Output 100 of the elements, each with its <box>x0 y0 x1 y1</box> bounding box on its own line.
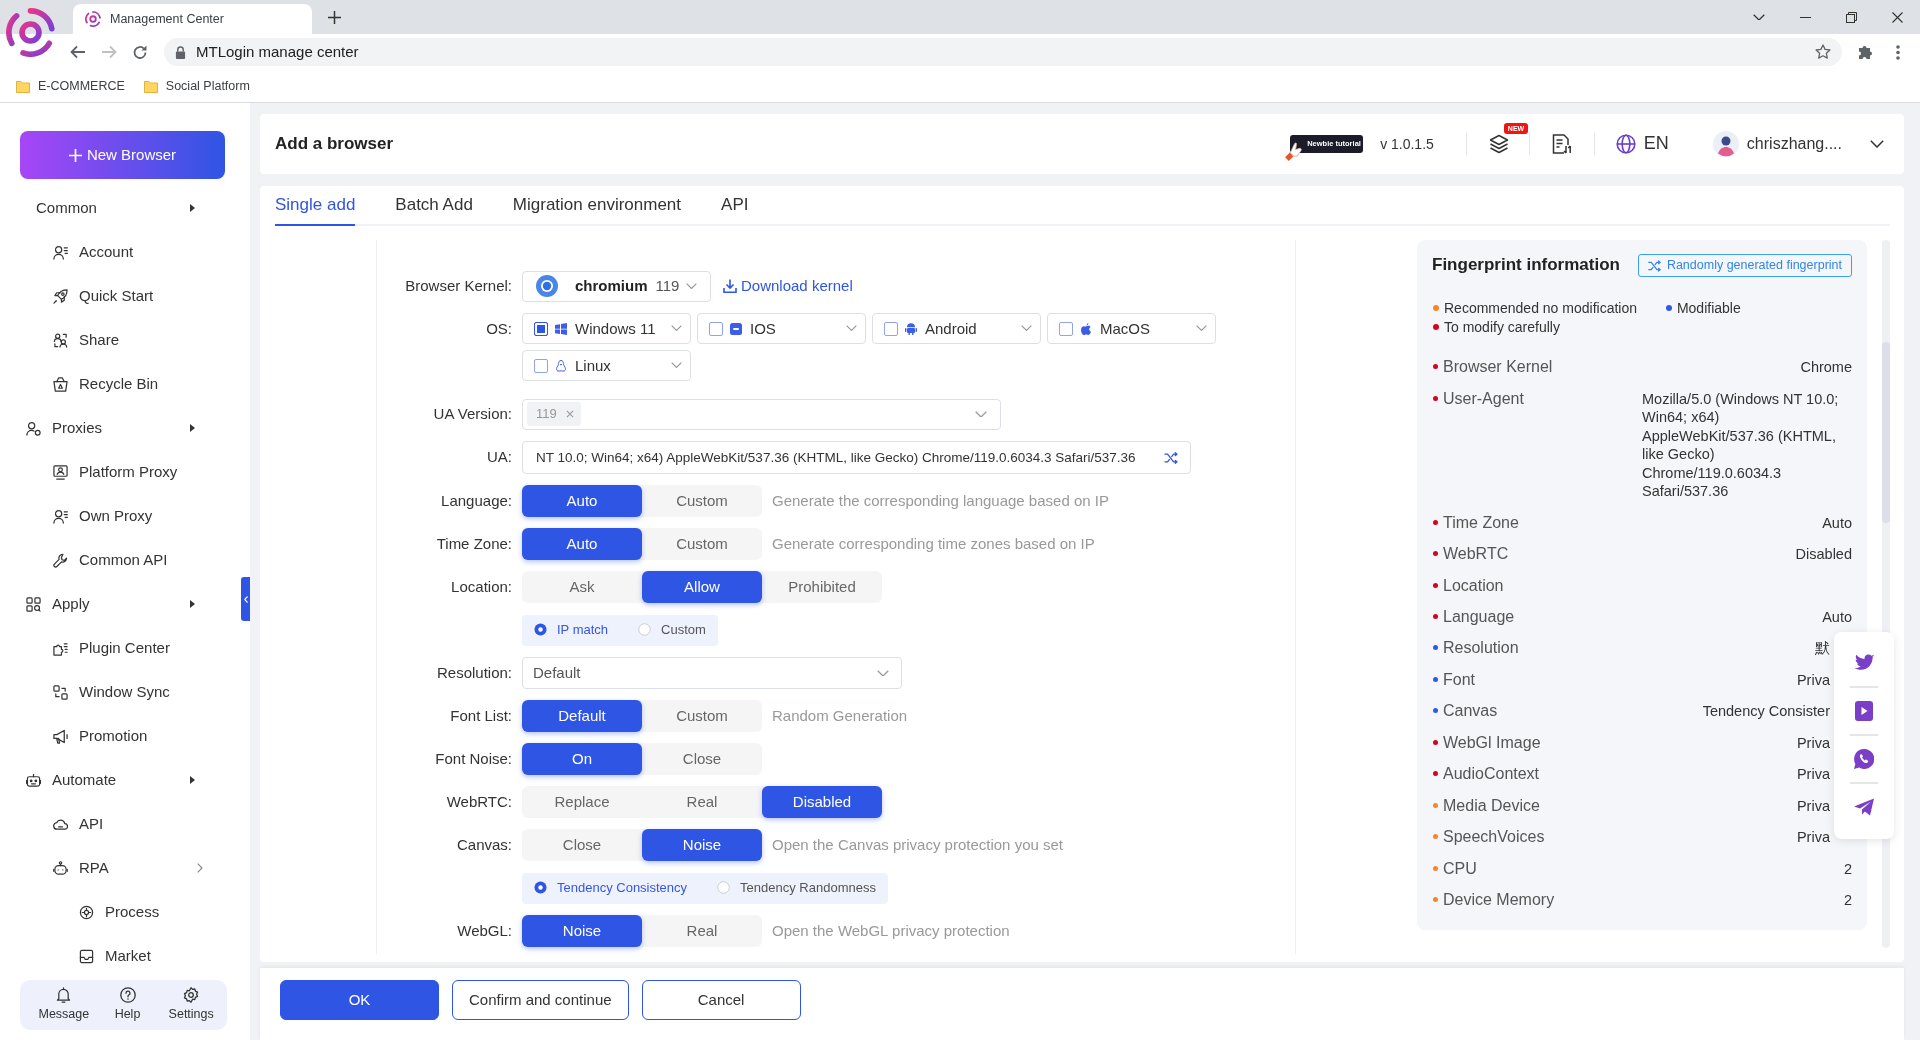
secondary-button[interactable]: Cancel <box>641 980 801 1020</box>
checkbox[interactable] <box>534 321 548 336</box>
menu-item[interactable]: Automate <box>0 758 218 802</box>
tab[interactable]: API <box>721 186 749 226</box>
language-button[interactable]: EN <box>1615 132 1669 156</box>
secondary-button[interactable]: Confirm and continue <box>452 980 629 1020</box>
field-label: Browser Kernel: <box>404 276 512 296</box>
os-select[interactable]: Linux <box>522 350 691 381</box>
radio-icon[interactable] <box>534 881 547 895</box>
layers-button[interactable] <box>1488 134 1509 154</box>
menu-item[interactable]: Plugin Center <box>0 626 218 670</box>
menu-item[interactable]: Own Proxy <box>0 494 218 538</box>
radio-option[interactable]: Custom <box>638 621 706 639</box>
os-select[interactable]: MacOS <box>1047 313 1216 344</box>
browser-tab[interactable]: Management Center <box>73 4 312 34</box>
ua-field[interactable]: NT 10.0; Win64; x64) AppleWebKit/537.36 (KHTML, like Gecko) Chrome/119.0.6034.3 Safari/537.36 <box>522 441 1191 474</box>
os-select[interactable]: IOS <box>697 313 866 344</box>
segment-option[interactable]: Close <box>642 743 762 775</box>
checkbox[interactable] <box>884 321 898 336</box>
menu-item[interactable]: Quick Start <box>0 274 218 318</box>
checkbox[interactable] <box>709 321 723 336</box>
os-select[interactable]: Windows 11 <box>522 313 691 344</box>
segment-option[interactable]: Auto <box>522 528 642 560</box>
segment-option[interactable]: Real <box>642 786 762 818</box>
radio-option[interactable]: IP match <box>534 621 609 639</box>
menu-item[interactable]: Apply <box>0 582 218 626</box>
menu-item[interactable]: Promotion <box>0 714 218 758</box>
four-panes-icon <box>555 322 567 335</box>
menu-item[interactable]: API <box>0 802 218 846</box>
user-menu[interactable]: chriszhang.... <box>1712 131 1884 157</box>
menu-item[interactable]: Recycle Bin <box>0 362 218 406</box>
radio-option[interactable]: Tendency Randomness <box>717 879 876 897</box>
segment-option[interactable]: Ask <box>522 571 642 603</box>
checkbox[interactable] <box>534 358 548 373</box>
segment-option[interactable]: Custom <box>642 700 762 732</box>
segment-option[interactable]: Noise <box>522 915 642 947</box>
logo-icon <box>85 11 101 27</box>
sidebar-shortcut[interactable]: Settings <box>159 980 223 1030</box>
sidebar-shortcut[interactable]: Message <box>32 980 96 1030</box>
shuffle-icon[interactable] <box>1164 451 1178 464</box>
menu-item[interactable]: Proxies <box>0 406 218 450</box>
menu-item[interactable]: Window Sync <box>0 670 218 714</box>
scrollbar-thumb[interactable] <box>1882 342 1890 523</box>
segment-option[interactable]: On <box>522 743 642 775</box>
menu-item[interactable]: Platform Proxy <box>0 450 218 494</box>
fingerprint-value: Disabled <box>1795 545 1852 564</box>
select-field[interactable]: Default <box>522 657 902 689</box>
video-icon[interactable] <box>1855 701 1873 721</box>
segment-option[interactable]: Custom <box>642 528 762 560</box>
menu-item[interactable]: Process <box>0 890 218 934</box>
segment-option[interactable]: Close <box>522 829 642 861</box>
kernel-select[interactable]: chromium 119 <box>522 270 711 302</box>
folder-icon <box>143 79 158 93</box>
menu-item[interactable]: Common API <box>0 538 218 582</box>
tab[interactable]: Batch Add <box>395 186 473 226</box>
field-label: Language: <box>440 491 512 511</box>
segment-option[interactable]: Custom <box>642 485 762 517</box>
circle-logo-icon <box>536 275 558 297</box>
segment-option[interactable]: Auto <box>522 485 642 517</box>
primary-button[interactable]: OK <box>280 980 439 1020</box>
radio-icon[interactable] <box>638 623 652 637</box>
download-link[interactable]: Download kernel <box>723 276 853 296</box>
segment-option[interactable]: Default <box>522 700 642 732</box>
menu-item[interactable]: Account <box>0 230 218 274</box>
menu-item[interactable]: Common <box>0 186 218 230</box>
chevron-down-icon <box>877 669 889 677</box>
random-fingerprint-button[interactable]: Randomly generated fingerprint <box>1637 254 1852 277</box>
star-icon[interactable] <box>1815 44 1831 60</box>
segment-option[interactable]: Replace <box>522 786 642 818</box>
checkbox[interactable] <box>1059 321 1073 336</box>
chat-phone-icon[interactable] <box>1854 749 1874 769</box>
segment-option[interactable]: Disabled <box>762 786 882 818</box>
bookmark[interactable]: Social Platform <box>139 73 254 99</box>
new-browser-button[interactable]: New Browser <box>20 131 225 179</box>
segment-option[interactable]: Prohibited <box>762 571 882 603</box>
os-select[interactable]: Android <box>872 313 1041 344</box>
segment-option[interactable]: Noise <box>642 829 762 861</box>
fingerprint-label: Media Device <box>1443 795 1540 815</box>
menu-item[interactable]: Share <box>0 318 218 362</box>
bookmark[interactable]: E-COMMERCE <box>12 73 129 99</box>
tab[interactable]: Migration environment <box>512 186 682 226</box>
hint-text: Open the Canvas privacy protection you set <box>772 835 1063 855</box>
fingerprint-label: WebGl Image <box>1443 732 1541 752</box>
radio-icon[interactable] <box>534 623 547 637</box>
paper-plane-icon[interactable] <box>1854 798 1874 816</box>
tab[interactable]: Single add <box>275 186 356 226</box>
menu-item[interactable]: RPA <box>0 846 218 890</box>
bird-icon[interactable] <box>1853 654 1875 672</box>
fingerprint-label: User-Agent <box>1443 388 1524 408</box>
document-button[interactable] <box>1551 134 1572 154</box>
sidebar-shortcut[interactable]: Help <box>95 980 160 1030</box>
gear-ring-icon <box>79 904 94 920</box>
segment-option[interactable]: Real <box>642 915 762 947</box>
collapse-handle[interactable] <box>241 577 250 621</box>
fingerprint-value: 2 <box>1843 891 1852 910</box>
segment-option[interactable]: Allow <box>642 571 762 603</box>
menu-item[interactable]: Market <box>0 934 218 978</box>
radio-icon[interactable] <box>717 881 731 895</box>
address-bar[interactable]: MTLogin manage center <box>164 38 1842 66</box>
radio-option[interactable]: Tendency Consistency <box>534 879 688 897</box>
